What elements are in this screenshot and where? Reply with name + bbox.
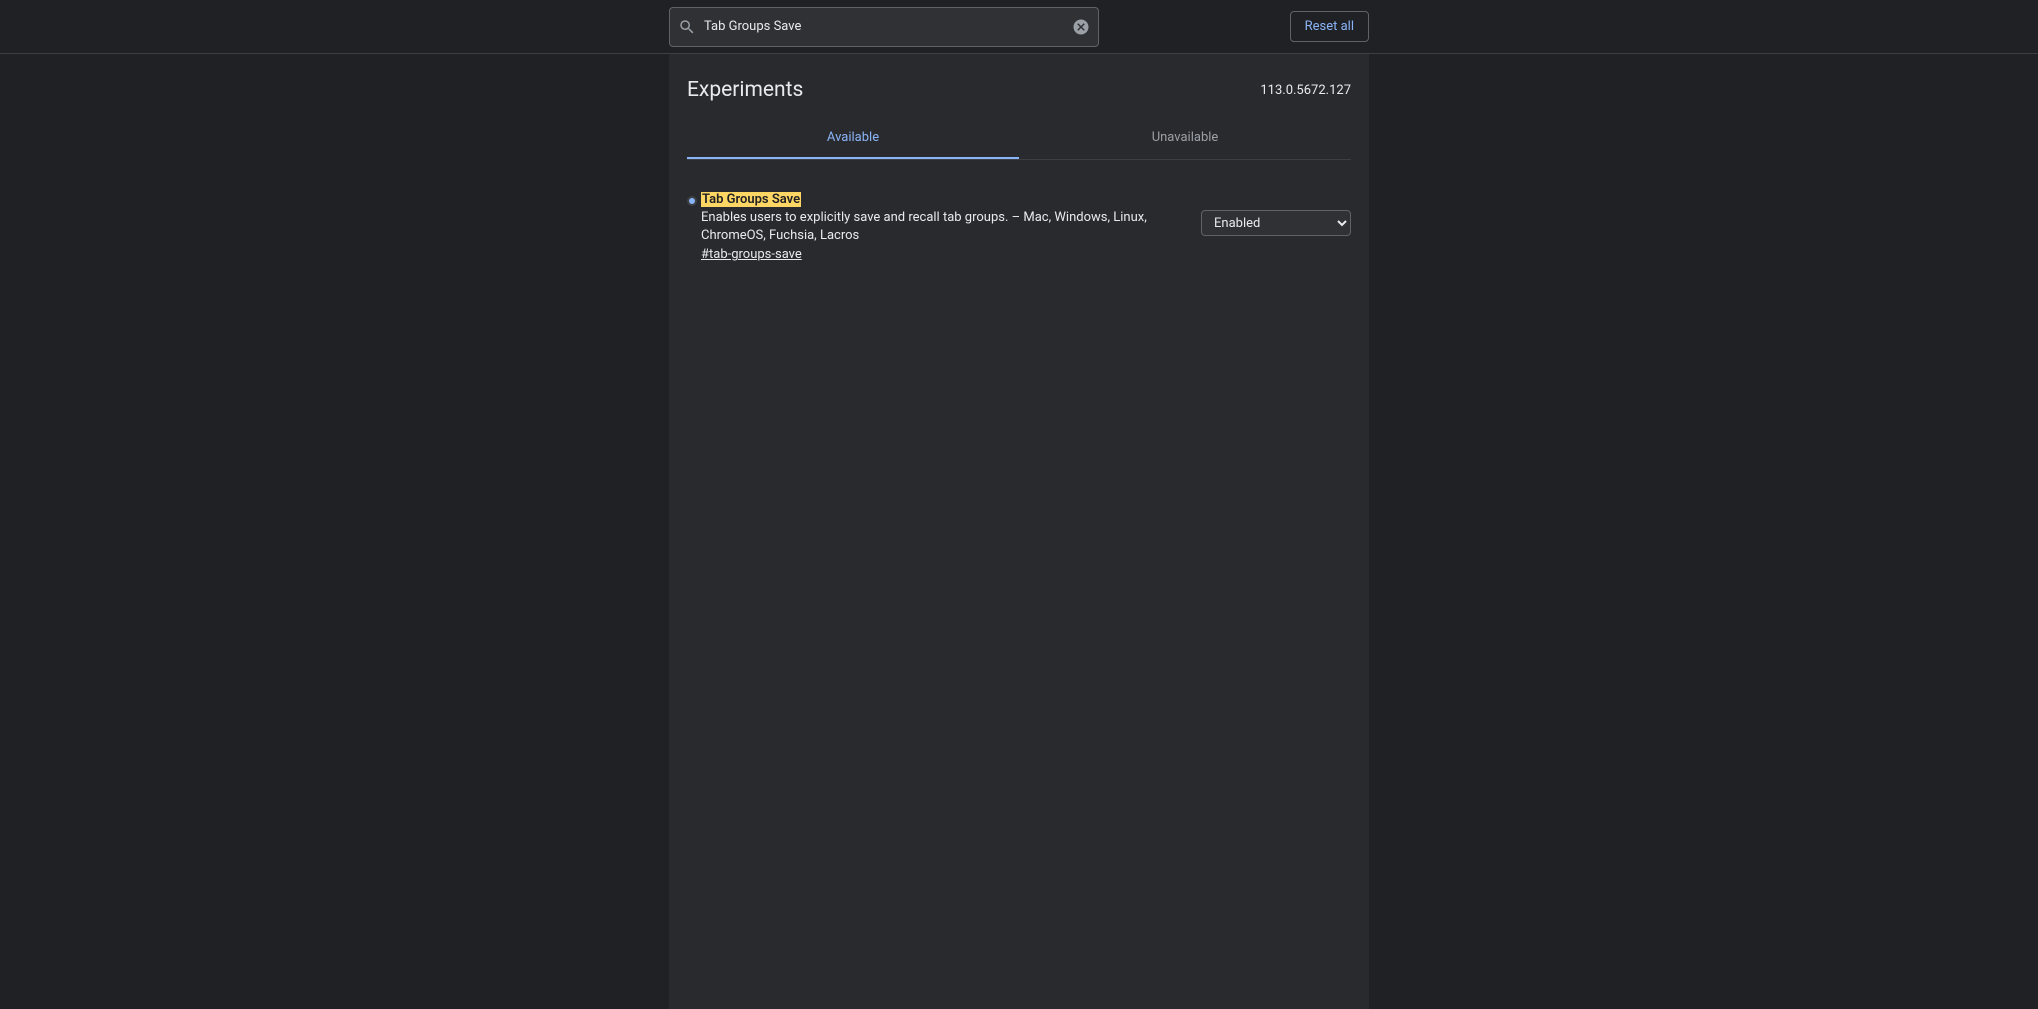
clear-search-icon[interactable] [1072,18,1090,36]
title-bar: Experiments 113.0.5672.127 [669,54,1369,118]
search-container [669,7,1099,47]
experiment-anchor-link[interactable]: #tab-groups-save [701,247,802,262]
experiment-title: Tab Groups Save [701,192,801,207]
experiment-text: Tab Groups Save Enables users to explici… [701,192,1185,262]
search-icon [678,18,696,36]
main-content: Experiments 113.0.5672.127 Available Una… [669,54,1369,1009]
experiment-description: Enables users to explicitly save and rec… [701,209,1185,245]
version-label: 113.0.5672.127 [1260,83,1351,98]
header-bar: Reset all [0,0,2038,54]
tab-unavailable[interactable]: Unavailable [1019,118,1351,159]
experiment-list: Tab Groups Save Enables users to explici… [669,160,1369,294]
page-title: Experiments [687,78,803,102]
search-input[interactable] [704,19,1072,34]
reset-all-button[interactable]: Reset all [1290,11,1369,42]
experiment-state-select[interactable]: Enabled [1201,210,1351,236]
experiment-item: Tab Groups Save Enables users to explici… [687,192,1351,262]
header-inner: Reset all [669,7,1369,47]
tab-available[interactable]: Available [687,118,1019,159]
experiment-info: Tab Groups Save Enables users to explici… [687,192,1185,262]
modified-indicator-icon [687,196,697,206]
tabs: Available Unavailable [687,118,1351,160]
